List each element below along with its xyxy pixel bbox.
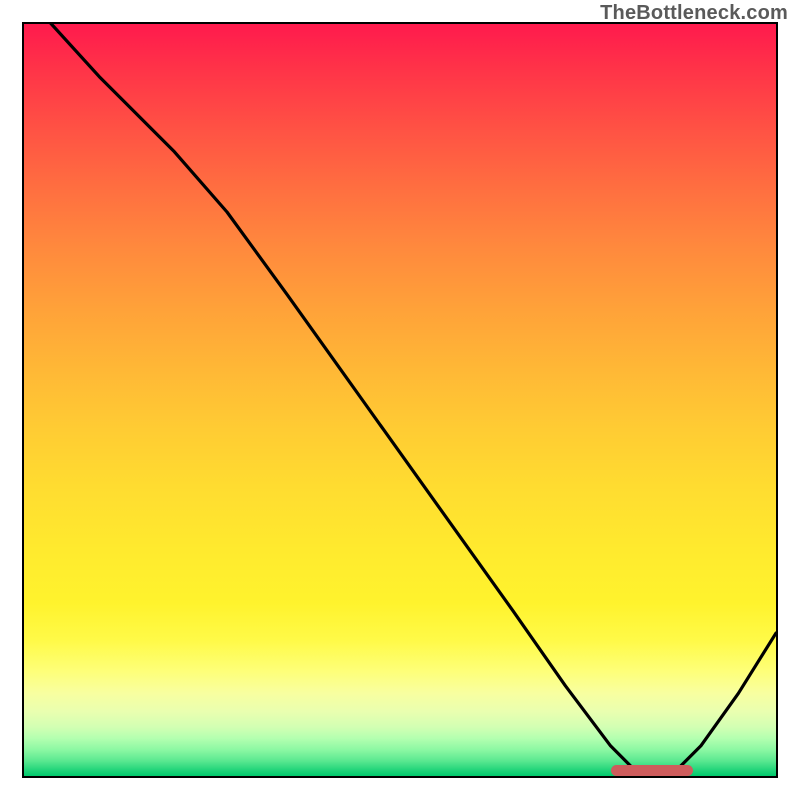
chart-container: TheBottleneck.com [0, 0, 800, 800]
bottleneck-curve-path [24, 24, 776, 776]
optimal-range-marker [611, 765, 694, 776]
plot-area [22, 22, 778, 778]
curve-svg [24, 24, 776, 776]
